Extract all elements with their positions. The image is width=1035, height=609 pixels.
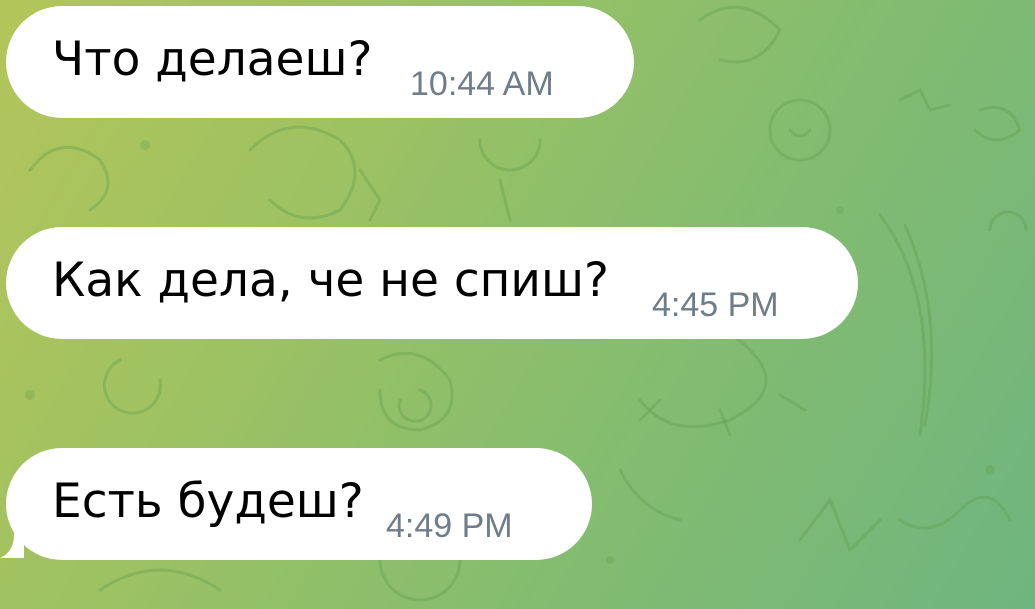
message-bubble[interactable]: Как дела, че не спиш? 4:45 PM (6, 227, 858, 339)
message-text: Как дела, че не спиш? (52, 253, 609, 308)
message-timestamp: 4:49 PM (386, 507, 513, 545)
message-timestamp: 4:45 PM (652, 286, 779, 324)
message-timestamp: 10:44 AM (410, 65, 554, 103)
message-text: Что делаеш? (52, 32, 373, 87)
message-text: Есть будеш? (52, 474, 364, 529)
message-bubble[interactable]: Что делаеш? 10:44 AM (6, 6, 634, 118)
bubble-tail-icon (0, 534, 24, 558)
message-bubble[interactable]: Есть будеш? 4:49 PM (6, 448, 592, 560)
